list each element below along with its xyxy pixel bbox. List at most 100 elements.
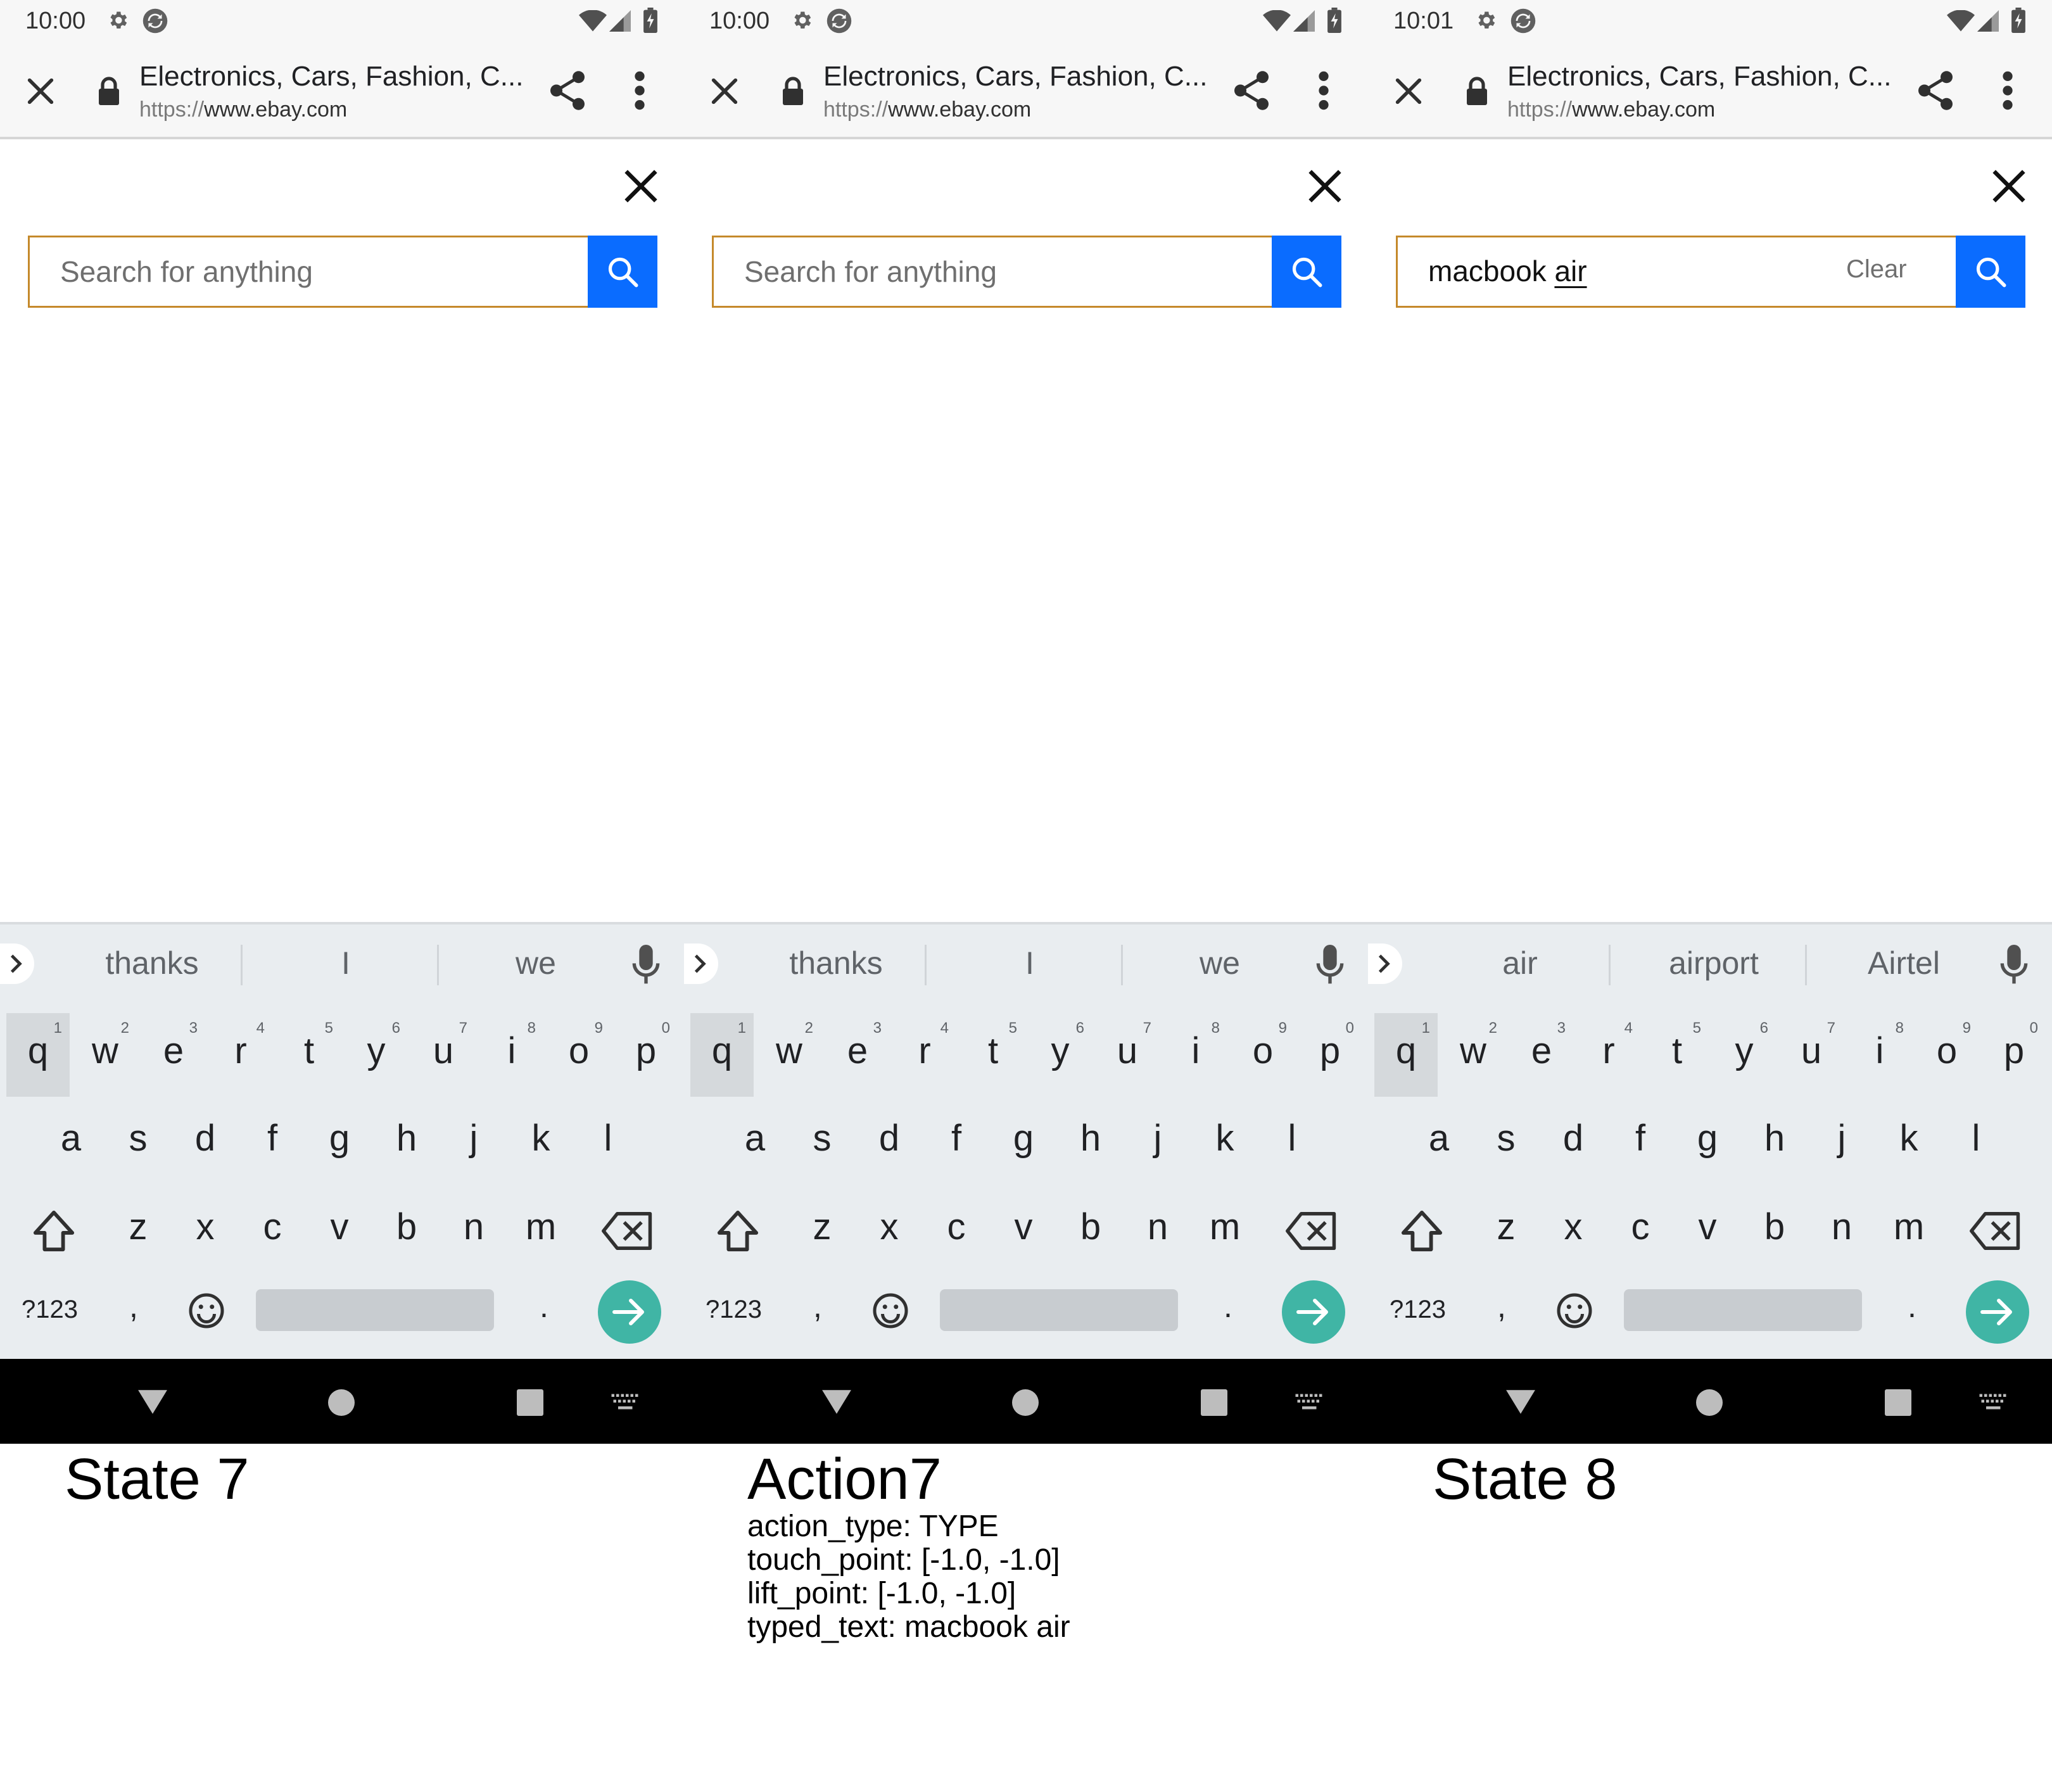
nav-recents-icon[interactable] — [517, 1389, 543, 1416]
search-input[interactable] — [30, 237, 587, 306]
nav-back-icon[interactable] — [821, 1388, 852, 1416]
nav-recents-icon[interactable] — [1201, 1389, 1227, 1416]
key-j[interactable]: j — [1126, 1101, 1189, 1184]
key-w[interactable]: w2 — [757, 1013, 821, 1097]
backspace-icon[interactable] — [1286, 1212, 1338, 1250]
key-o[interactable]: o9 — [1915, 1013, 1979, 1097]
key-c[interactable]: c — [1609, 1189, 1672, 1273]
key-q[interactable]: q1 — [690, 1013, 754, 1097]
key-s[interactable]: s — [790, 1101, 854, 1184]
page-title[interactable]: Electronics, Cars, Fashion, C... — [139, 61, 532, 92]
go-key[interactable] — [1282, 1280, 1345, 1344]
nav-recents-icon[interactable] — [1885, 1389, 1911, 1416]
backspace-icon[interactable] — [1970, 1212, 2022, 1250]
expand-suggestions-button[interactable] — [0, 943, 34, 984]
key-l[interactable]: l — [1944, 1101, 2008, 1184]
space-bar[interactable] — [256, 1289, 494, 1331]
keyboard-switch-icon[interactable] — [1979, 1393, 2009, 1412]
key-r[interactable]: r4 — [893, 1013, 956, 1097]
shift-icon[interactable] — [716, 1208, 760, 1254]
key-k[interactable]: k — [509, 1101, 573, 1184]
key-r[interactable]: r4 — [1577, 1013, 1640, 1097]
nav-home-icon[interactable] — [1696, 1389, 1723, 1416]
key-w[interactable]: w2 — [73, 1013, 137, 1097]
key-i[interactable]: i8 — [1164, 1013, 1227, 1097]
key-a[interactable]: a — [723, 1101, 787, 1184]
suggestion-2[interactable]: I — [251, 945, 441, 981]
key-f[interactable]: f — [925, 1101, 988, 1184]
key-r[interactable]: r4 — [209, 1013, 272, 1097]
search-typed-text[interactable]: macbook air — [1428, 254, 1587, 288]
keyboard-switch-icon[interactable] — [1295, 1393, 1325, 1412]
key-d[interactable]: d — [858, 1101, 921, 1184]
key-m[interactable]: m — [1877, 1189, 1941, 1273]
key-y[interactable]: y6 — [1713, 1013, 1776, 1097]
page-url[interactable]: https://www.ebay.com — [139, 98, 347, 122]
nav-back-icon[interactable] — [1505, 1388, 1536, 1416]
key-v[interactable]: v — [308, 1189, 371, 1273]
lock-icon[interactable] — [96, 76, 122, 106]
page-title[interactable]: Electronics, Cars, Fashion, C... — [823, 61, 1216, 92]
go-key[interactable] — [1966, 1280, 2029, 1344]
key-z[interactable]: z — [1474, 1189, 1538, 1273]
key-e[interactable]: e3 — [1510, 1013, 1573, 1097]
key-m[interactable]: m — [1193, 1189, 1257, 1273]
period-key[interactable]: . — [1908, 1288, 1916, 1325]
key-j[interactable]: j — [1810, 1101, 1873, 1184]
key-k[interactable]: k — [1877, 1101, 1941, 1184]
lock-icon[interactable] — [1464, 76, 1490, 106]
key-q[interactable]: q1 — [6, 1013, 70, 1097]
key-a[interactable]: a — [1407, 1101, 1471, 1184]
key-h[interactable]: h — [1743, 1101, 1806, 1184]
keyboard-switch-icon[interactable] — [611, 1393, 641, 1412]
more-options-icon[interactable] — [2001, 71, 2014, 110]
emoji-icon[interactable] — [871, 1292, 909, 1330]
key-c[interactable]: c — [925, 1189, 988, 1273]
key-b[interactable]: b — [1743, 1189, 1806, 1273]
expand-suggestions-button[interactable] — [1368, 943, 1402, 984]
key-s[interactable]: s — [106, 1101, 170, 1184]
key-l[interactable]: l — [1260, 1101, 1324, 1184]
key-i[interactable]: i8 — [480, 1013, 543, 1097]
key-g[interactable]: g — [992, 1101, 1055, 1184]
emoji-icon[interactable] — [187, 1292, 225, 1330]
close-search-icon[interactable] — [623, 168, 659, 204]
key-i[interactable]: i8 — [1848, 1013, 1911, 1097]
key-e[interactable]: e3 — [826, 1013, 889, 1097]
key-l[interactable]: l — [576, 1101, 640, 1184]
comma-key[interactable]: , — [129, 1288, 138, 1325]
comma-key[interactable]: , — [1497, 1288, 1506, 1325]
key-u[interactable]: u7 — [412, 1013, 475, 1097]
key-d[interactable]: d — [1542, 1101, 1605, 1184]
symbols-key[interactable]: ?123 — [1390, 1296, 1446, 1324]
share-icon[interactable] — [548, 70, 586, 111]
key-q[interactable]: q1 — [1374, 1013, 1438, 1097]
key-y[interactable]: y6 — [345, 1013, 408, 1097]
microphone-icon[interactable] — [1316, 945, 1344, 985]
key-v[interactable]: v — [1676, 1189, 1739, 1273]
key-x[interactable]: x — [1542, 1189, 1605, 1273]
key-a[interactable]: a — [39, 1101, 103, 1184]
key-s[interactable]: s — [1474, 1101, 1538, 1184]
period-key[interactable]: . — [1224, 1288, 1232, 1325]
key-u[interactable]: u7 — [1096, 1013, 1159, 1097]
key-z[interactable]: z — [790, 1189, 854, 1273]
close-search-icon[interactable] — [1991, 168, 2027, 204]
close-tab-icon[interactable] — [1392, 75, 1425, 108]
suggestion-3[interactable]: Airtel — [1809, 945, 1999, 981]
shift-icon[interactable] — [1400, 1208, 1444, 1254]
suggestion-2[interactable]: I — [935, 945, 1125, 981]
key-g[interactable]: g — [1676, 1101, 1739, 1184]
nav-back-icon[interactable] — [137, 1388, 168, 1416]
space-bar[interactable] — [1624, 1289, 1862, 1331]
comma-key[interactable]: , — [813, 1288, 822, 1325]
key-m[interactable]: m — [509, 1189, 573, 1273]
share-icon[interactable] — [1232, 70, 1270, 111]
suggestion-1[interactable]: thanks — [741, 945, 931, 981]
key-u[interactable]: u7 — [1780, 1013, 1843, 1097]
suggestion-1[interactable]: thanks — [57, 945, 247, 981]
symbols-key[interactable]: ?123 — [706, 1296, 762, 1324]
key-j[interactable]: j — [442, 1101, 505, 1184]
suggestion-3[interactable]: we — [1125, 945, 1315, 981]
search-button[interactable] — [588, 236, 657, 308]
